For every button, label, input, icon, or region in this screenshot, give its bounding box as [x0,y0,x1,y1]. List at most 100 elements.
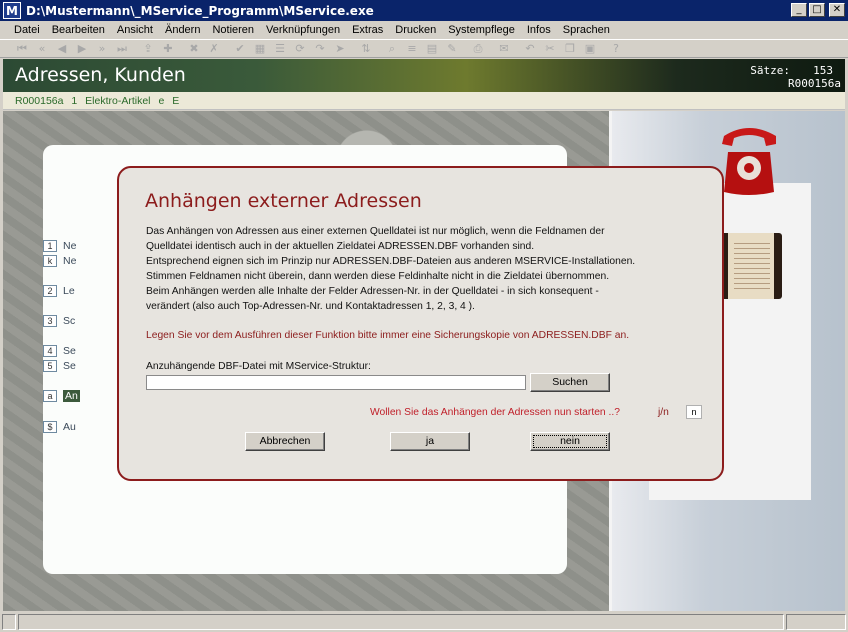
menu-sprachen[interactable]: Sprachen [557,24,616,36]
menu-systempflege[interactable]: Systempflege [442,24,521,36]
search-button[interactable]: Suchen [530,373,610,392]
menu-option-2[interactable]: 2 Le [43,285,75,297]
record-icon[interactable]: ▦ [250,41,270,57]
sort-icon[interactable]: ⇅ [356,41,376,57]
description-line: Quelldatei identisch auch in der aktuell… [146,241,535,252]
info-record-id: R000156a [15,95,64,107]
menu-option-1[interactable]: 1 Ne [43,240,76,252]
first-icon[interactable]: ⏮ [12,41,32,57]
new-icon[interactable]: ✚ [158,41,178,57]
menu-option-a[interactable]: a An [43,390,80,402]
close-button[interactable]: ✕ [829,3,845,17]
minimize-button[interactable]: _ [791,3,807,17]
menu-option-k[interactable]: k Ne [43,255,76,267]
page-header: Adressen, Kunden Sätze: 153 R000156a [3,59,845,92]
status-pane [2,614,16,630]
confirm-icon[interactable]: ✔ [230,41,250,57]
start-question: Wollen Sie das Anhängen der Adressen nun… [370,407,620,418]
cancel-icon[interactable]: ✗ [204,41,224,57]
menu-option-key: k [43,255,57,267]
list-icon[interactable]: ☰ [270,41,290,57]
menu-option-key: 5 [43,360,57,372]
status-bar [0,612,848,632]
page-title: Adressen, Kunden [15,64,186,86]
copy-icon[interactable]: ❐ [560,41,580,57]
print-icon[interactable]: ⎙ [468,41,488,57]
yes-button[interactable]: ja [390,432,470,451]
description-line: Entsprechend eignen sich im Prinzip nur … [146,256,636,267]
info-code-lower: e [158,95,165,107]
menu-option-key: $ [43,421,57,433]
info-code-upper: E [172,95,180,107]
status-pane [786,614,846,630]
record-count: 153 [813,64,833,77]
menu-option-label: Sc [63,315,76,327]
menu-bar: Datei Bearbeiten Ansicht Ändern Notieren… [0,21,848,39]
link3-icon[interactable]: ➤ [330,41,350,57]
cancel-button[interactable]: Abbrechen [245,432,325,451]
search-icon[interactable]: ⌕ [382,41,402,57]
undo-icon[interactable]: ↶ [520,41,540,57]
description-line: verändert (also auch Top-Adressen-Nr. un… [146,301,475,312]
next-page-icon[interactable]: » [92,41,112,57]
info-category: Elektro-Artikel [85,95,151,107]
menu-verknuepfungen[interactable]: Verknüpfungen [260,24,346,36]
status-pane [18,614,784,630]
menu-option-3[interactable]: 3 Sc [43,315,75,327]
record-info-row: R000156a 1 Elektro-Artikel e E [3,92,845,110]
maximize-button[interactable]: □ [809,3,825,17]
menu-option-label-selected: An [63,390,80,402]
cut-icon[interactable]: ✂ [540,41,560,57]
pencil-icon[interactable]: ✎ [442,41,462,57]
dbf-file-input[interactable] [146,375,526,390]
menu-option-label: Se [63,360,76,372]
list2-icon[interactable]: ≡ [402,41,422,57]
import-icon[interactable]: ⇪ [138,41,158,57]
info-number: 1 [71,95,78,107]
answer-input[interactable]: n [686,405,702,419]
next-icon[interactable]: ▶ [72,41,92,57]
menu-bearbeiten[interactable]: Bearbeiten [46,24,111,36]
file-field-label: Anzuhängende DBF-Datei mit MService-Stru… [146,361,371,372]
menu-extras[interactable]: Extras [346,24,389,36]
menu-option-label: Se [63,345,76,357]
last-icon[interactable]: ⏭ [112,41,132,57]
menu-option-key: 4 [43,345,57,357]
toolbar: ⏮ « ◀ ▶ » ⏭ ⇪ ✚ ✖ ✗ ✔ ▦ ☰ ⟳ ↷ ➤ ⇅ ⌕ ≡ ▤ … [0,39,848,58]
planner-icon [720,233,782,299]
app-icon: M [3,2,21,19]
description-line: Das Anhängen von Adressen aus einer exte… [146,226,605,237]
window-title: D:\Mustermann\_MService_Programm\MServic… [26,3,374,18]
prev-page-icon[interactable]: « [32,41,52,57]
paste-icon[interactable]: ▣ [580,41,600,57]
backup-warning: Legen Sie vor dem Ausführen dieser Funkt… [146,330,630,341]
append-addresses-dialog: Anhängen externer Adressen Das Anhängen … [117,166,724,481]
title-bar: M D:\Mustermann\_MService_Programm\MServ… [0,0,848,21]
description-line: Beim Anhängen werden alle Inhalte der Fe… [146,286,599,297]
dialog-description: Das Anhängen von Adressen aus einer exte… [146,224,706,314]
view-icon[interactable]: ▤ [422,41,442,57]
link-icon[interactable]: ⟳ [290,41,310,57]
menu-aendern[interactable]: Ändern [159,24,206,36]
record-id: R000156a [788,77,841,90]
prev-icon[interactable]: ◀ [52,41,72,57]
menu-option-4[interactable]: 4 Se [43,345,76,357]
dialog-title: Anhängen externer Adressen [145,190,422,212]
mail-icon[interactable]: ✉ [494,41,514,57]
menu-option-key: 2 [43,285,57,297]
no-button[interactable]: nein [530,432,610,451]
menu-datei[interactable]: Datei [8,24,46,36]
menu-option-dollar[interactable]: $ Au [43,421,76,433]
help-icon[interactable]: ? [606,41,626,57]
link2-icon[interactable]: ↷ [310,41,330,57]
menu-option-label: Au [63,421,76,433]
menu-drucken[interactable]: Drucken [389,24,442,36]
menu-ansicht[interactable]: Ansicht [111,24,159,36]
menu-notieren[interactable]: Notieren [206,24,260,36]
menu-option-5[interactable]: 5 Se [43,360,76,372]
delete-icon[interactable]: ✖ [184,41,204,57]
menu-option-key: a [43,390,57,402]
menu-option-key: 3 [43,315,57,327]
menu-infos[interactable]: Infos [521,24,557,36]
menu-option-key: 1 [43,240,57,252]
